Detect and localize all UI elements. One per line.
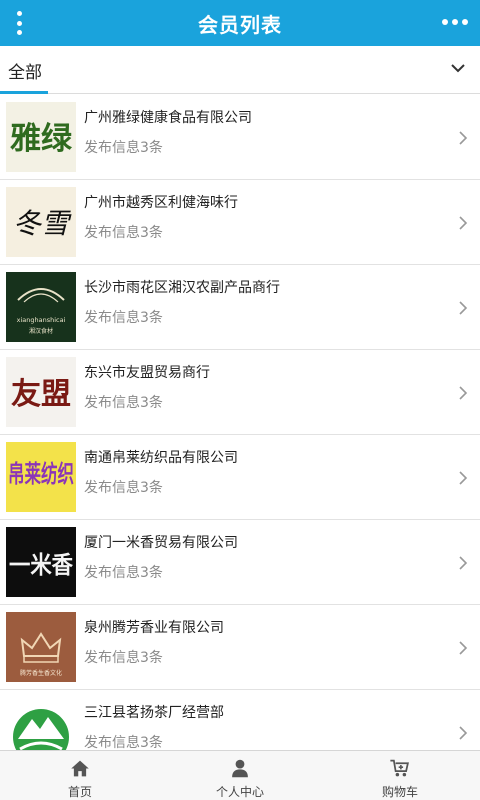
nav-home[interactable]: 首页	[0, 751, 160, 800]
chevron-right-icon	[459, 641, 468, 655]
member-logo: 帛莱纺织	[6, 442, 76, 512]
cart-icon	[390, 759, 409, 777]
member-info: 发布信息3条	[84, 565, 163, 581]
svg-text:xianghanshicai: xianghanshicai	[17, 316, 66, 324]
chevron-right-icon	[459, 386, 468, 400]
chevron-right-icon	[459, 131, 468, 145]
member-logo: 一米香	[6, 527, 76, 597]
list-item[interactable]: 帛莱纺织 南通帛莱纺织品有限公司 发布信息3条	[0, 435, 480, 520]
member-info: 发布信息3条	[84, 310, 163, 326]
nav-profile[interactable]: 个人中心	[160, 751, 320, 800]
nav-profile-label: 个人中心	[215, 785, 264, 799]
member-name: 泉州腾芳香业有限公司	[84, 620, 224, 636]
member-list: 雅绿 广州雅绿健康食品有限公司 发布信息3条 冬雪 广州市越秀区利健海味行 发布…	[0, 95, 480, 750]
nav-home-label: 首页	[67, 785, 92, 799]
list-item[interactable]: 三江县茗扬茶厂经营部 发布信息3条	[0, 690, 480, 750]
member-name: 南通帛莱纺织品有限公司	[84, 450, 238, 466]
chevron-down-icon[interactable]	[450, 60, 466, 76]
member-info: 发布信息3条	[84, 225, 163, 241]
list-item[interactable]: 冬雪 广州市越秀区利健海味行 发布信息3条	[0, 180, 480, 265]
chevron-right-icon	[459, 301, 468, 315]
member-logo: xianghanshicai 湘汉食材	[6, 272, 76, 342]
list-item[interactable]: 腾芳香生香文化 泉州腾芳香业有限公司 发布信息3条	[0, 605, 480, 690]
member-logo: 友盟	[6, 357, 76, 427]
bottom-nav: 首页 个人中心 购物车	[0, 750, 480, 800]
chevron-right-icon	[459, 216, 468, 230]
page-title: 会员列表	[198, 12, 282, 37]
nav-cart-label: 购物车	[381, 785, 418, 799]
svg-text:帛莱纺织: 帛莱纺织	[8, 459, 74, 488]
svg-text:冬雪: 冬雪	[13, 207, 72, 240]
svg-text:友盟: 友盟	[11, 377, 71, 412]
app-root: 会员列表 全部 雅绿 广州雅绿健康食品有限公司 发布信息3条 冬雪 广州市越秀区…	[0, 0, 480, 800]
nav-cart[interactable]: 购物车	[320, 751, 480, 800]
member-info: 发布信息3条	[84, 395, 163, 411]
member-name: 长沙市雨花区湘汉农副产品商行	[84, 280, 280, 296]
list-item[interactable]: 一米香 厦门一米香贸易有限公司 发布信息3条	[0, 520, 480, 605]
svg-text:湘汉食材: 湘汉食材	[29, 327, 53, 335]
member-name: 广州市越秀区利健海味行	[84, 195, 238, 211]
svg-text:雅绿: 雅绿	[10, 121, 73, 157]
svg-text:一米香: 一米香	[9, 550, 74, 579]
home-icon	[71, 760, 89, 777]
horizontal-dots-icon[interactable]	[442, 18, 468, 26]
member-info: 发布信息3条	[84, 480, 163, 496]
member-info: 发布信息3条	[84, 650, 163, 666]
member-name: 东兴市友盟贸易商行	[84, 365, 210, 381]
filter-label: 全部	[8, 63, 42, 83]
filter-active-indicator	[0, 91, 48, 94]
member-name: 三江县茗扬茶厂经营部	[84, 705, 224, 721]
chevron-right-icon	[459, 726, 468, 740]
user-icon	[232, 759, 248, 778]
member-name: 广州雅绿健康食品有限公司	[84, 110, 252, 126]
vertical-dots-icon[interactable]	[10, 9, 28, 37]
list-item[interactable]: 雅绿 广州雅绿健康食品有限公司 发布信息3条	[0, 95, 480, 180]
list-item[interactable]: 友盟 东兴市友盟贸易商行 发布信息3条	[0, 350, 480, 435]
top-header: 会员列表	[0, 0, 480, 46]
chevron-right-icon	[459, 556, 468, 570]
member-logo	[6, 697, 76, 750]
member-logo: 腾芳香生香文化	[6, 612, 76, 682]
member-name: 厦门一米香贸易有限公司	[84, 535, 238, 551]
filter-bar[interactable]: 全部	[0, 46, 480, 94]
member-info: 发布信息3条	[84, 735, 163, 750]
list-item[interactable]: xianghanshicai 湘汉食材 长沙市雨花区湘汉农副产品商行 发布信息3…	[0, 265, 480, 350]
member-logo: 雅绿	[6, 102, 76, 172]
member-logo: 冬雪	[6, 187, 76, 257]
member-info: 发布信息3条	[84, 140, 163, 156]
chevron-right-icon	[459, 471, 468, 485]
svg-text:腾芳香生香文化: 腾芳香生香文化	[20, 669, 62, 677]
